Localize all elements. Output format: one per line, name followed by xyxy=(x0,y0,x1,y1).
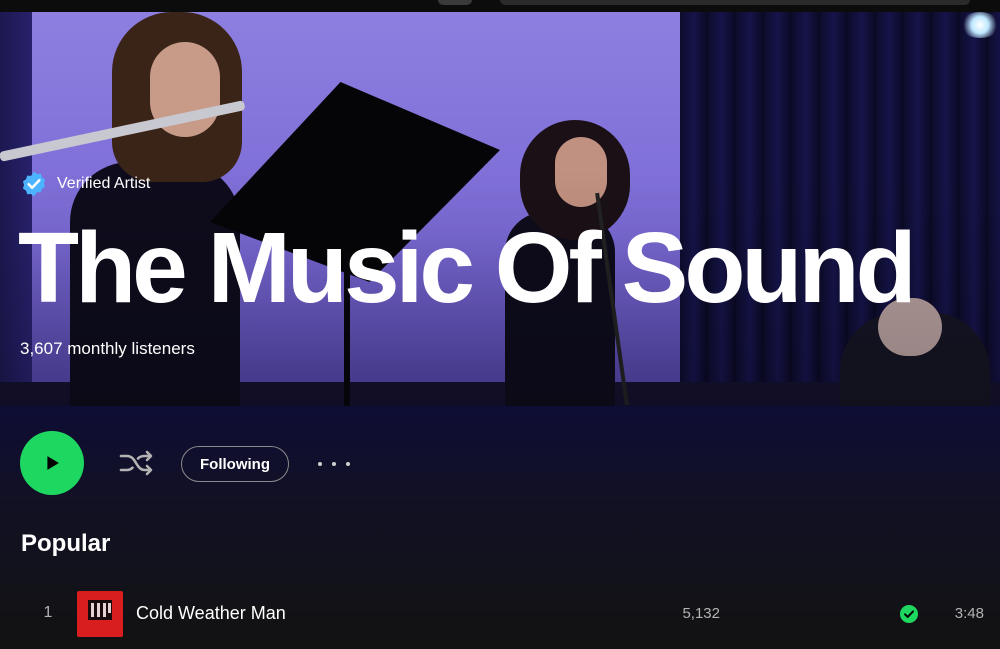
monthly-listeners: 3,607 monthly listeners xyxy=(20,339,195,358)
play-button[interactable] xyxy=(20,431,84,495)
following-button[interactable]: Following xyxy=(181,446,289,482)
play-icon xyxy=(47,456,59,470)
status-bar-notch xyxy=(438,0,472,5)
track-duration: 3:48 xyxy=(954,605,984,622)
track-rank: 1 xyxy=(43,604,53,621)
verified-label: Verified Artist xyxy=(57,175,151,192)
status-bar xyxy=(0,0,1000,12)
track-cover-art xyxy=(77,591,123,637)
artist-name: The Music Of Sound xyxy=(18,212,917,324)
more-options-button[interactable] xyxy=(316,452,352,476)
track-row[interactable]: 1 Cold Weather Man 5,132 3:48 xyxy=(0,588,1000,640)
saved-check-icon[interactable] xyxy=(900,605,918,623)
track-title[interactable]: Cold Weather Man xyxy=(136,603,286,624)
popular-heading: Popular xyxy=(21,530,111,557)
status-bar-pill xyxy=(500,0,970,5)
more-options-icon xyxy=(316,462,352,466)
verified-badge-icon xyxy=(22,171,46,197)
track-play-count: 5,132 xyxy=(682,605,720,622)
shuffle-button[interactable] xyxy=(117,446,157,480)
verified-artist-badge: Verified Artist xyxy=(20,170,150,198)
shuffle-icon xyxy=(119,450,153,476)
